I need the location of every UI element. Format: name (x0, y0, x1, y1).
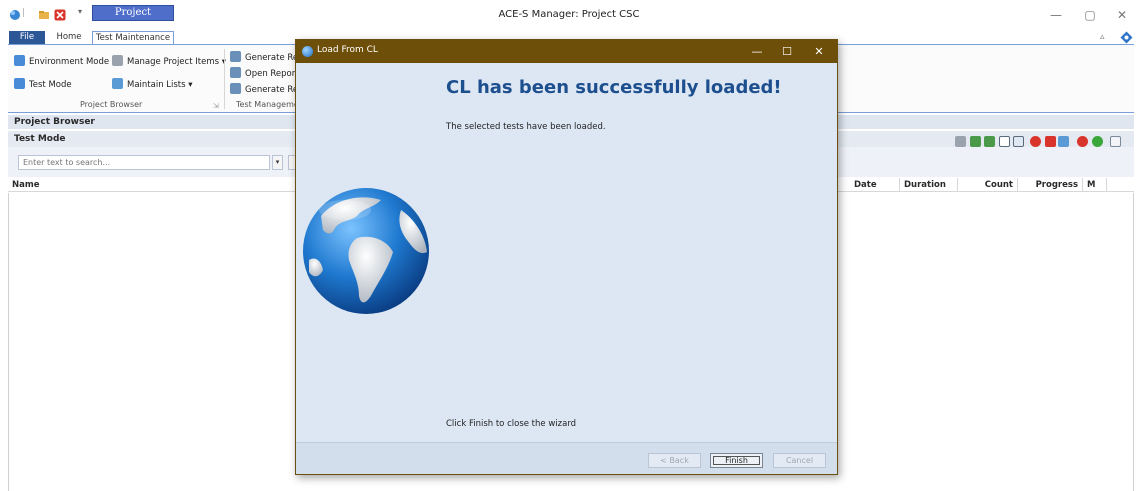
arrow-tool-icon-2[interactable] (984, 136, 995, 147)
add-icon[interactable] (1092, 136, 1103, 147)
help-icon[interactable] (1120, 31, 1133, 44)
checkbox-checked-icon[interactable] (1013, 136, 1024, 147)
environment-mode-icon (14, 55, 25, 66)
dialog-footer-message: Click Finish to close the wizard (446, 419, 577, 429)
tab-file[interactable]: File (9, 31, 45, 44)
group-separator (224, 49, 225, 109)
title-bar: | ▾ Project ACE-S Manager: Project CSC —… (0, 0, 1138, 30)
export-icon[interactable] (1058, 136, 1069, 147)
wrench-tool-icon[interactable] (955, 136, 966, 147)
column-m[interactable]: M (1083, 178, 1107, 192)
dialog-message: The selected tests have been loaded. (446, 122, 606, 132)
checkbox-empty-icon[interactable] (999, 136, 1010, 147)
wrench-icon (112, 55, 123, 66)
dialog-heading: CL has been successfully loaded! (446, 77, 782, 98)
ribbon-collapse-icon[interactable]: ▵ (1100, 32, 1105, 42)
manage-project-items-button[interactable]: Manage Project Items ▾ (112, 55, 226, 69)
column-progress[interactable]: Progress (1018, 178, 1083, 192)
close-button[interactable]: ✕ (1108, 7, 1136, 23)
list-icon (112, 78, 123, 89)
test-mode-icon (14, 78, 25, 89)
tab-home[interactable]: Home (52, 31, 86, 44)
group-label-test-management: Test Manageme (236, 100, 299, 109)
search-input[interactable] (18, 155, 270, 170)
column-count[interactable]: Count (958, 178, 1018, 192)
dialog-minimize-button[interactable]: — (744, 44, 770, 59)
load-from-cl-dialog: Load From CL — ☐ ✕ CL has been successfu… (295, 39, 838, 475)
back-button[interactable]: < Back (648, 453, 701, 468)
arrow-tool-icon[interactable] (970, 136, 981, 147)
globe-icon (302, 46, 313, 57)
finish-button[interactable]: Finish (710, 453, 763, 468)
minimize-button[interactable]: — (1042, 7, 1070, 23)
test-mode-button[interactable]: Test Mode (14, 78, 72, 92)
dialog-title-bar: Load From CL — ☐ ✕ (296, 40, 837, 63)
maintain-lists-button[interactable]: Maintain Lists ▾ (112, 78, 193, 92)
search-dropdown-button[interactable]: ▾ (272, 155, 283, 170)
dialog-title: Load From CL (317, 45, 378, 55)
report-icon (230, 51, 241, 62)
refresh-icon[interactable] (1030, 136, 1041, 147)
generate-report-button-2[interactable]: Generate Rep (230, 83, 304, 97)
dialog-footer: < Back Finish Cancel (296, 442, 837, 474)
column-duration[interactable]: Duration (900, 178, 958, 192)
group-launcher-icon[interactable]: ⇲ (213, 102, 219, 110)
environment-mode-button[interactable]: Environment Mode (14, 55, 109, 69)
cancel-button[interactable]: Cancel (773, 453, 826, 468)
generate-report-button[interactable]: Generate Rep (230, 51, 304, 65)
tab-test-maintenance[interactable]: Test Maintenance (92, 31, 174, 44)
stop-icon[interactable] (1077, 136, 1088, 147)
column-name[interactable]: Name (8, 178, 295, 192)
group-label-project-browser: Project Browser (80, 100, 143, 109)
dialog-maximize-button[interactable]: ☐ (774, 44, 800, 59)
report-icon (230, 67, 241, 78)
chart-icon[interactable] (1045, 136, 1056, 147)
globe-icon (303, 188, 429, 314)
window-title: ACE-S Manager: Project CSC (498, 9, 640, 20)
report-icon (230, 83, 241, 94)
open-report-button[interactable]: Open Report (230, 67, 299, 81)
dialog-close-button[interactable]: ✕ (806, 44, 832, 59)
column-date[interactable]: Date (850, 178, 900, 192)
maximize-button[interactable]: ▢ (1076, 7, 1104, 23)
filter-dropdown-icon[interactable] (1110, 136, 1121, 147)
